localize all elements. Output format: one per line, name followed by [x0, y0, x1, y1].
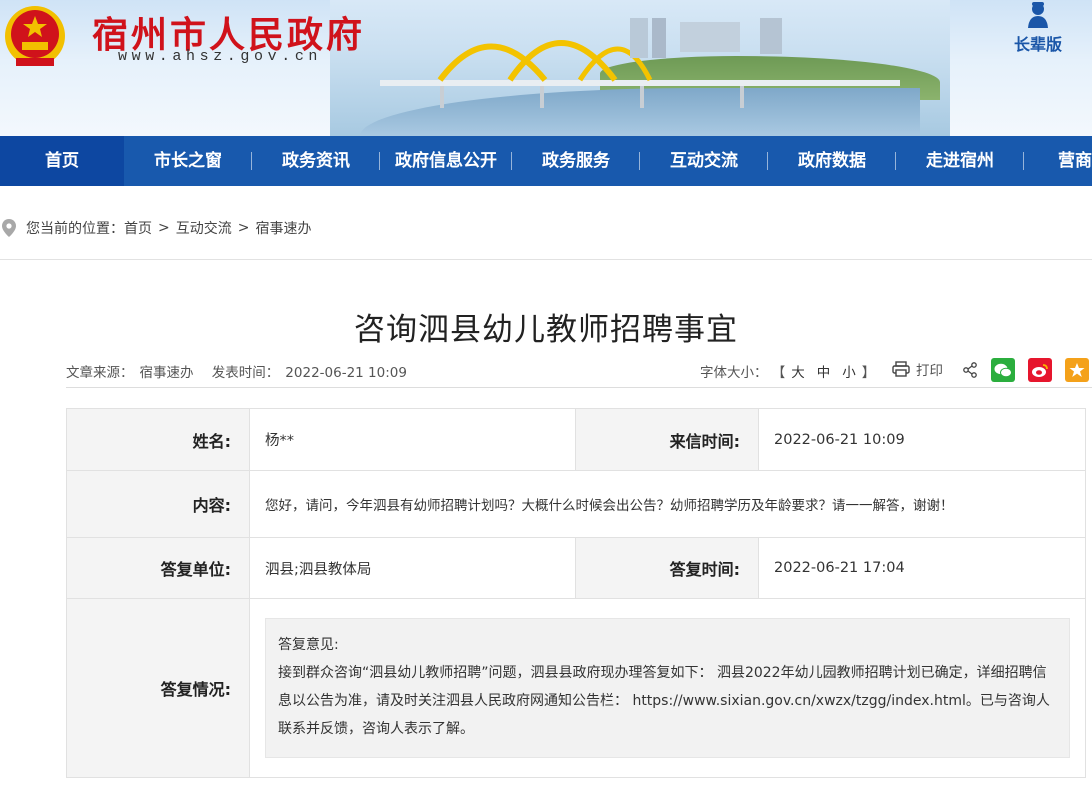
location-pin-icon	[2, 219, 16, 237]
site-url: www.ahsz.gov.cn	[118, 48, 323, 65]
breadcrumb-separator: >	[237, 220, 250, 236]
font-size-small[interactable]: 小	[842, 365, 856, 381]
nav-item-home[interactable]: 首页	[0, 136, 124, 186]
breadcrumb-prefix: 您当前的位置：	[26, 221, 124, 237]
reply-time-label: 答复时间:	[575, 537, 759, 599]
article-date: 2022-06-21 10:09	[285, 365, 407, 381]
nav-label: 政府信息公开	[395, 151, 497, 171]
table-row: 答复情况: 答复意见: 接到群众咨询“泗县幼儿教师招聘”问题，泗县县政府现办理答…	[66, 598, 1086, 778]
meta-divider	[66, 387, 1092, 388]
nav-label: 政务资讯	[282, 151, 350, 171]
main-nav: 首页 市长之窗 政务资讯 政府信息公开 政务服务 互动交流 政府数据 走进宿州 …	[0, 136, 1092, 186]
breadcrumb-interaction[interactable]: 互动交流	[176, 218, 232, 238]
name-value: 杨**	[249, 408, 576, 471]
nav-label: 走进宿州	[926, 151, 994, 171]
sent-time-value: 2022-06-21 10:09	[758, 408, 1086, 471]
nav-item-news[interactable]: 政务资讯	[252, 136, 380, 186]
breadcrumb-home[interactable]: 首页	[124, 218, 152, 238]
reply-status-label: 答复情况:	[66, 598, 250, 778]
nav-item-services[interactable]: 政务服务	[512, 136, 640, 186]
bracket-close: 】	[861, 365, 876, 381]
reply-unit-value: 泗县;泗县教体局	[249, 537, 576, 599]
printer-icon	[892, 361, 910, 377]
national-emblem	[5, 6, 65, 66]
font-size-control: 字体大小： 【大中小】	[700, 361, 875, 381]
bracket-open: 【	[771, 365, 786, 381]
name-label: 姓名:	[66, 408, 250, 471]
reply-box: 答复意见: 接到群众咨询“泗县幼儿教师招聘”问题，泗县县政府现办理答复如下： 泗…	[265, 618, 1070, 758]
reply-unit-label: 答复单位:	[66, 537, 250, 599]
reply-time-value: 2022-06-21 17:04	[758, 537, 1086, 599]
favorite-icon[interactable]	[1065, 358, 1089, 382]
reply-body: 接到群众咨询“泗县幼儿教师招聘”问题，泗县县政府现办理答复如下： 泗县2022年…	[278, 665, 1050, 737]
source-label: 文章来源：	[66, 365, 134, 381]
font-size-label: 字体大小：	[700, 365, 768, 381]
sent-time-label: 来信时间:	[575, 408, 759, 471]
share-icon[interactable]	[962, 362, 978, 378]
article-source: 宿事速办	[139, 365, 194, 381]
divider	[0, 259, 1092, 260]
content-label: 内容:	[66, 470, 250, 538]
header-banner: 宿州市人民政府 www.ahsz.gov.cn 长辈版	[0, 0, 1092, 136]
table-row: 姓名: 杨** 来信时间: 2022-06-21 10:09	[66, 408, 1086, 471]
elder-version-link[interactable]: 长辈版	[1006, 2, 1070, 55]
print-button[interactable]: 打印	[892, 359, 943, 379]
page-title: 咨询泗县幼儿教师招聘事宜	[354, 312, 738, 348]
share-bar	[962, 358, 1089, 382]
content-value: 您好，请问，今年泗县有幼师招聘计划吗？大概什么时候会出公告？幼师招聘学历及年龄要…	[249, 470, 1086, 538]
wechat-icon[interactable]	[991, 358, 1015, 382]
nav-item-data[interactable]: 政府数据	[768, 136, 896, 186]
elder-version-label: 长辈版	[1013, 35, 1062, 54]
font-size-medium[interactable]: 中	[817, 365, 831, 381]
nav-label: 首页	[45, 151, 79, 171]
nav-item-mayor[interactable]: 市长之窗	[124, 136, 252, 186]
nav-label: 政务服务	[542, 151, 610, 171]
weibo-icon[interactable]	[1028, 358, 1052, 382]
breadcrumb: 您当前的位置： 首页 > 互动交流 > 宿事速办	[0, 214, 311, 242]
print-label: 打印	[916, 363, 943, 379]
nav-label: 政府数据	[798, 151, 866, 171]
nav-label: 营商	[1058, 151, 1092, 171]
breadcrumb-current[interactable]: 宿事速办	[255, 218, 311, 238]
font-size-large[interactable]: 大	[791, 365, 805, 381]
bridge-illustration	[380, 18, 900, 108]
elder-icon	[1028, 2, 1048, 28]
table-row: 答复单位: 泗县;泗县教体局 答复时间: 2022-06-21 17:04	[66, 537, 1086, 599]
nav-item-info-disclosure[interactable]: 政府信息公开	[380, 136, 512, 186]
nav-item-business[interactable]: 营商	[1024, 136, 1092, 186]
date-label: 发表时间：	[211, 365, 280, 381]
nav-item-interaction[interactable]: 互动交流	[640, 136, 768, 186]
breadcrumb-separator: >	[158, 220, 170, 236]
article-meta: 文章来源： 宿事速办 发表时间： 2022-06-21 10:09 字体大小： 【大…	[66, 358, 1092, 386]
nav-label: 市长之窗	[154, 151, 222, 171]
table-row: 内容: 您好，请问，今年泗县有幼师招聘计划吗？大概什么时候会出公告？幼师招聘学历…	[66, 470, 1086, 538]
reply-heading: 答复意见:	[278, 637, 339, 653]
nav-label: 互动交流	[670, 151, 738, 171]
reply-status-cell: 答复意见: 接到群众咨询“泗县幼儿教师招聘”问题，泗县县政府现办理答复如下： 泗…	[249, 598, 1086, 778]
nav-item-suzhou[interactable]: 走进宿州	[896, 136, 1024, 186]
letter-info-table: 姓名: 杨** 来信时间: 2022-06-21 10:09 内容: 您好，请问…	[66, 408, 1086, 778]
